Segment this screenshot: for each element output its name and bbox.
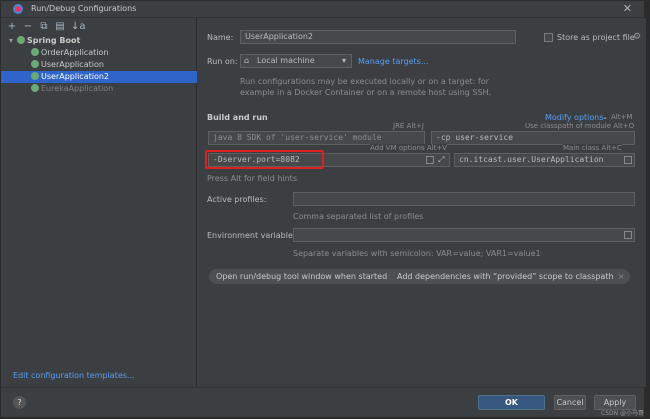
- run-on-hint-line-1: Run configurations may be executed local…: [240, 77, 489, 86]
- maximize-icon[interactable]: ⤢: [438, 155, 444, 165]
- window-title: Run/Debug Configurations: [31, 4, 137, 13]
- copy-icon[interactable]: ⧉: [39, 22, 49, 32]
- tree-item-label: OrderApplication: [41, 48, 109, 57]
- run-on-label: Run on:: [207, 57, 238, 66]
- ok-button[interactable]: OK: [478, 395, 545, 410]
- tree-item-eureka-application[interactable]: EurekaApplication: [1, 83, 197, 95]
- environment-variables-label: Environment variables:: [207, 231, 300, 240]
- remove-icon[interactable]: −: [23, 22, 33, 32]
- help-icon[interactable]: ?: [13, 396, 26, 409]
- modify-options-shortcut: Alt+M: [611, 113, 633, 121]
- tree-item-label: EurekaApplication: [41, 84, 114, 93]
- chip-label: Add dependencies with “provided” scope t…: [397, 272, 614, 281]
- tree-group-spring-boot[interactable]: ▾ Spring Boot: [1, 35, 197, 47]
- edit-templates-link[interactable]: Edit configuration templates...: [13, 371, 135, 380]
- home-icon: ⌂: [244, 56, 250, 65]
- chevron-down-icon[interactable]: ▾: [342, 56, 346, 65]
- add-icon[interactable]: +: [7, 22, 17, 32]
- folder-icon[interactable]: ▤: [55, 22, 65, 32]
- vm-options-hint: Add VM options Alt+V: [370, 144, 447, 152]
- spring-boot-icon: [31, 84, 39, 92]
- classpath-hint: Use classpath of module Alt+O: [525, 122, 635, 130]
- jre-select[interactable]: java 8 SDK of 'user-service' module: [208, 131, 425, 145]
- spring-boot-icon: [31, 72, 39, 80]
- environment-variables-field[interactable]: [293, 228, 635, 242]
- name-label: Name:: [207, 33, 234, 42]
- close-icon[interactable]: ✕: [623, 2, 632, 15]
- jre-hint: JRE Alt+J: [393, 122, 424, 130]
- main-class-field[interactable]: cn.itcast.user.UserApplication: [454, 153, 635, 167]
- tree-toolbar: + − ⧉ ▤ ↓a: [7, 20, 86, 34]
- option-chip-provided-scope[interactable]: Add dependencies with “provided” scope t…: [390, 269, 630, 284]
- active-profiles-field[interactable]: [293, 192, 635, 206]
- configuration-tree: ▾ Spring Boot OrderApplication UserApplic…: [1, 35, 197, 95]
- sort-icon[interactable]: ↓a: [71, 22, 86, 32]
- run-on-hint-line-2: example in a Docker Container or on a re…: [240, 88, 491, 97]
- name-field[interactable]: UserApplication2: [240, 30, 516, 44]
- tree-item-label: UserApplication: [41, 60, 104, 69]
- expand-field-icon[interactable]: [426, 156, 434, 164]
- option-chip-open-tool-window[interactable]: Open run/debug tool window when started …: [209, 269, 404, 284]
- tree-item-user-application[interactable]: UserApplication: [1, 59, 197, 71]
- dialog-footer: ? OK Cancel Apply: [1, 387, 644, 417]
- browse-class-icon[interactable]: [624, 156, 632, 164]
- active-profiles-label: Active profiles:: [207, 195, 267, 204]
- edit-variables-icon[interactable]: [624, 231, 632, 239]
- tree-item-label: UserApplication2: [41, 72, 110, 81]
- run-on-select[interactable]: Local machine: [240, 54, 352, 68]
- field-hints-text: Press Alt for field hints: [207, 174, 297, 183]
- store-as-project-checkbox[interactable]: [544, 33, 553, 42]
- tree-group-label: Spring Boot: [27, 36, 81, 45]
- spring-boot-icon: [31, 48, 39, 56]
- run-on-value: Local machine: [257, 56, 315, 65]
- run-debug-dialog: Run/Debug Configurations ✕ + − ⧉ ▤ ↓a ▾ S…: [0, 0, 646, 417]
- build-and-run-heading: Build and run: [207, 113, 268, 122]
- configuration-form: Name: UserApplication2 Store as project …: [198, 18, 646, 387]
- remove-option-icon[interactable]: ×: [618, 269, 625, 284]
- manage-targets-link[interactable]: Manage targets...: [358, 57, 428, 66]
- main-class-hint: Main class Alt+C: [563, 144, 622, 152]
- vm-options-highlight: [205, 150, 324, 169]
- spring-boot-icon: [31, 60, 39, 68]
- configurations-panel: + − ⧉ ▤ ↓a ▾ Spring Boot OrderApplication…: [1, 18, 197, 387]
- tree-item-user-application-2[interactable]: UserApplication2: [1, 71, 197, 83]
- chip-label: Open run/debug tool window when started: [216, 272, 388, 281]
- store-as-project-label: Store as project file: [557, 33, 635, 42]
- watermark: CSDN @小马哥: [600, 410, 644, 417]
- spring-boot-icon: [17, 36, 25, 44]
- gear-icon[interactable]: ⚙: [633, 32, 641, 42]
- intellij-logo-icon: [13, 4, 23, 14]
- chevron-down-icon[interactable]: ▾: [9, 35, 17, 47]
- environment-variables-hint: Separate variables with semicolon: VAR=v…: [293, 249, 541, 258]
- cancel-button[interactable]: Cancel: [554, 395, 586, 410]
- module-select[interactable]: -cp user-service: [431, 131, 635, 145]
- modify-options-link[interactable]: Modify options: [545, 113, 604, 122]
- chevron-down-icon[interactable]: ⌄: [602, 113, 608, 121]
- active-profiles-hint: Comma separated list of profiles: [293, 212, 424, 221]
- tree-item-order-application[interactable]: OrderApplication: [1, 47, 197, 59]
- title-bar: Run/Debug Configurations ✕: [1, 1, 644, 18]
